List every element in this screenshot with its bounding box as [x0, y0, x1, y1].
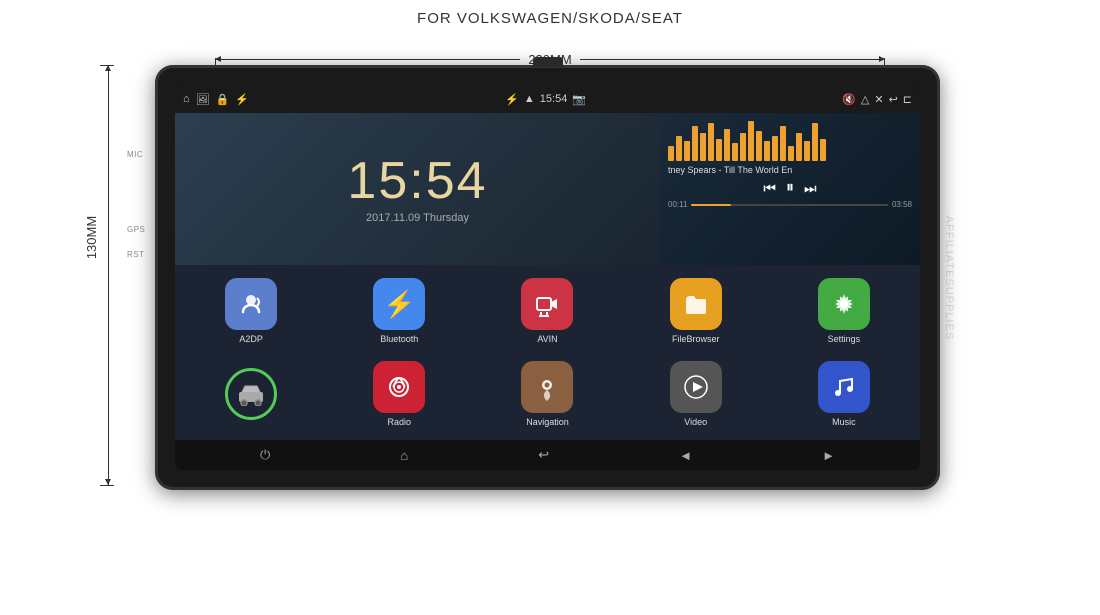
watermark: AFFILIATESUPPLIES [943, 215, 955, 339]
filebrowser-icon [670, 278, 722, 330]
app-settings[interactable]: Settings [773, 273, 915, 350]
video-label: Video [684, 417, 707, 427]
camera-icon: 📷 [572, 93, 586, 106]
viz-bar [708, 123, 714, 161]
viz-bar [684, 141, 690, 161]
home-icon: ⌂ [183, 93, 190, 105]
image-icon: 🖼 [196, 93, 210, 106]
video-icon [670, 361, 722, 413]
viz-bar [756, 131, 762, 161]
viz-bar [780, 126, 786, 161]
app-a2dp[interactable]: A2DP [180, 273, 322, 350]
settings-label: Settings [828, 334, 861, 344]
app-grid: A2DP ⚡ Bluetooth [175, 265, 920, 440]
prev-button[interactable]: ⏮ [763, 180, 776, 197]
app-video[interactable]: Video [625, 356, 767, 433]
power-button[interactable]: ⏻ [260, 447, 270, 463]
progress-fill [691, 204, 730, 206]
mount-tab-top [533, 57, 563, 67]
next-button[interactable]: ⏭ [804, 180, 817, 197]
bottom-nav-bar: ⏻ ⌂ ↩ ◄ ► [175, 440, 920, 470]
app-avin[interactable]: AVIN [476, 273, 618, 350]
music-icon [818, 361, 870, 413]
app-filebrowser[interactable]: FileBrowser [625, 273, 767, 350]
avin-label: AVIN [537, 334, 557, 344]
home-button[interactable]: ⌂ [400, 448, 408, 463]
app-radio[interactable]: Radio [328, 356, 470, 433]
status-bar: ⌂ 🖼 🔒 ⚡ ⚡ ▲ 15:54 📷 🔇 △ ✕ ↩ ⊏ [175, 85, 920, 113]
eject-icon: △ [861, 93, 869, 106]
app-navigation[interactable]: Navigation [476, 356, 618, 433]
label-rst: RST [127, 250, 145, 259]
label-gps: GPS [127, 225, 145, 234]
music-title: tney Spears - Till The World En [668, 165, 912, 175]
radio-label: Radio [388, 417, 412, 427]
settings-icon [818, 278, 870, 330]
time-total: 03:58 [892, 200, 912, 209]
bluetooth-status-icon: ⚡ [505, 93, 519, 106]
next-track-button[interactable]: ► [822, 448, 835, 463]
lock-icon: 🔒 [216, 93, 230, 106]
screen: ⌂ 🖼 🔒 ⚡ ⚡ ▲ 15:54 📷 🔇 △ ✕ ↩ ⊏ [175, 85, 920, 470]
viz-bar [748, 121, 754, 161]
music-progress: 00:11 03:58 [668, 200, 912, 209]
status-time: 15:54 [540, 93, 568, 105]
music-controls[interactable]: ⏮ ⏸ ⏭ [668, 179, 912, 197]
bluetooth-icon: ⚡ [373, 278, 425, 330]
app-music[interactable]: Music [773, 356, 915, 433]
viz-bar [692, 126, 698, 161]
viz-bar [804, 141, 810, 161]
prev-track-button[interactable]: ◄ [679, 448, 692, 463]
dim-h-tick-top [100, 65, 114, 66]
a2dp-label: A2DP [239, 334, 263, 344]
music-visualizer [668, 121, 912, 161]
viz-bar [732, 143, 738, 161]
usb-icon: ⚡ [235, 93, 249, 106]
viz-bar [676, 136, 682, 161]
radio-icon [373, 361, 425, 413]
viz-bar [700, 133, 706, 161]
page-title: FOR VOLKSWAGEN/SKODA/SEAT [0, 0, 1100, 27]
app-bluetooth[interactable]: ⚡ Bluetooth [328, 273, 470, 350]
close-icon: ✕ [874, 93, 883, 106]
clock-time: 15:54 [347, 155, 487, 207]
vol-icon: 🔇 [842, 93, 856, 106]
a2dp-icon [225, 278, 277, 330]
music-widget: tney Spears - Till The World En ⏮ ⏸ ⏭ 00… [660, 113, 920, 265]
label-mic: MIC [127, 150, 143, 159]
viz-bar [764, 141, 770, 161]
viz-bar [788, 146, 794, 161]
play-button[interactable]: ⏸ [786, 179, 794, 197]
bluetooth-label: Bluetooth [380, 334, 418, 344]
viz-bar [820, 139, 826, 161]
back-button[interactable]: ↩ [538, 447, 549, 463]
android-icon: ⊏ [903, 93, 912, 106]
viz-bar [668, 146, 674, 161]
music-label: Music [832, 417, 856, 427]
device-shell: MIC GPS RST ⌂ 🖼 🔒 ⚡ ⚡ ▲ 15:54 📷 [155, 65, 940, 490]
filebrowser-label: FileBrowser [672, 334, 720, 344]
progress-track[interactable] [691, 204, 888, 206]
back-icon: ↩ [889, 93, 898, 106]
avin-icon [521, 278, 573, 330]
time-current: 00:11 [668, 200, 687, 209]
app-car[interactable] [180, 356, 322, 433]
viz-bar [796, 133, 802, 161]
navigation-label: Navigation [526, 417, 569, 427]
viz-bar [724, 129, 730, 161]
viz-bar [772, 136, 778, 161]
car-icon [225, 368, 277, 420]
dimension-height-label: 130MM [84, 216, 99, 259]
viz-bar [812, 123, 818, 161]
viz-bar [740, 133, 746, 161]
clock-date: 2017.11.09 Thursday [366, 212, 469, 224]
dimension-height-line [108, 65, 109, 485]
dim-h-tick-bottom [100, 485, 114, 486]
navigation-icon [521, 361, 573, 413]
wifi-icon: ▲ [524, 93, 535, 105]
clock-widget: 15:54 2017.11.09 Thursday [175, 113, 660, 265]
viz-bar [716, 139, 722, 161]
